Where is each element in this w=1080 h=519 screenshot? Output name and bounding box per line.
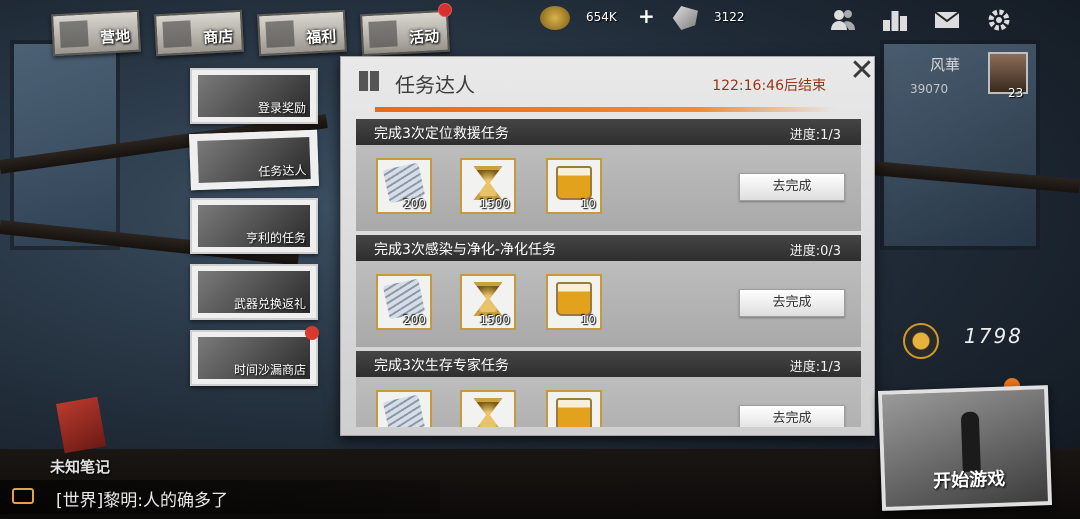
event-icon — [368, 20, 398, 48]
survivor-figure — [960, 411, 981, 473]
reward-hourglass[interactable]: 1500 — [460, 274, 516, 330]
reward-quantity: 200 — [403, 313, 426, 327]
hourglass-icon — [473, 282, 503, 316]
add-currency-button[interactable]: + — [638, 4, 655, 28]
task-progress: 进度:0/3 — [789, 244, 841, 259]
close-icon[interactable]: ✕ — [846, 56, 878, 88]
panel-header: 任务达人 122:16:46后结束 — [355, 65, 844, 112]
reward-beer[interactable] — [546, 390, 602, 427]
tab-event[interactable]: 活动 — [359, 9, 451, 57]
tab-label: 商店 — [202, 27, 234, 47]
start-game-label: 开始游戏 — [932, 468, 1006, 493]
reward-quantity: 10 — [580, 197, 596, 211]
chat-bar[interactable]: [世界]黎明:人的确多了 — [0, 480, 440, 514]
task-row: 完成3次生存专家任务 进度:1/3 去完成 — [356, 351, 861, 427]
beer-icon — [556, 398, 592, 427]
reward-hourglass[interactable] — [460, 390, 516, 427]
cash-icon — [382, 394, 426, 427]
nav-label: 时间沙漏商店 — [233, 363, 306, 377]
gift-icon — [359, 71, 379, 91]
go-complete-button[interactable]: 去完成 — [739, 405, 845, 427]
task-header: 完成3次感染与净化-净化任务 进度:0/3 — [356, 235, 861, 261]
reward-quantity: 1500 — [479, 197, 510, 211]
coin-amount: 654K — [586, 10, 617, 24]
notification-dot — [438, 3, 452, 17]
task-body: 200 1500 10 去完成 — [356, 145, 861, 231]
nav-henry-task[interactable]: 亨利的任务 — [190, 198, 318, 254]
nav-task-master[interactable]: 任务达人 — [189, 129, 319, 191]
nav-label: 登录奖励 — [257, 101, 306, 115]
task-progress: 进度:1/3 — [789, 360, 841, 375]
tab-label: 活动 — [408, 27, 440, 47]
tab-shop[interactable]: 商店 — [153, 9, 245, 57]
notification-dot — [305, 326, 319, 340]
task-title: 完成3次生存专家任务 — [374, 358, 509, 374]
reward-quantity: 1500 — [479, 313, 510, 327]
task-list[interactable]: 完成3次定位救援任务 进度:1/3 200 1500 10 去完成 完成3次感染… — [356, 119, 861, 427]
task-row: 完成3次感染与净化-净化任务 进度:0/3 200 1500 10 去完成 — [356, 235, 861, 351]
reward-beer[interactable]: 10 — [546, 274, 602, 330]
reward-beer[interactable]: 10 — [546, 158, 602, 214]
chat-icon[interactable] — [12, 488, 34, 504]
reward-quantity: 10 — [580, 313, 596, 327]
beer-icon — [556, 282, 592, 316]
start-game-button[interactable]: 开始游戏 — [877, 385, 1053, 511]
shop-icon — [162, 20, 192, 48]
player-name: 风華 — [930, 56, 961, 74]
notebook-label: 未知笔记 — [50, 458, 111, 476]
go-complete-button[interactable]: 去完成 — [739, 173, 845, 201]
gem-amount: 3122 — [714, 10, 745, 24]
task-body: 200 1500 10 去完成 — [356, 261, 861, 347]
task-title: 完成3次感染与净化-净化任务 — [374, 242, 556, 258]
panel-title: 任务达人 — [395, 73, 475, 97]
task-progress: 进度:1/3 — [789, 128, 841, 143]
nav-label: 任务达人 — [258, 163, 307, 179]
event-countdown: 122:16:46后结束 — [712, 78, 826, 94]
reward-quantity: 200 — [403, 197, 426, 211]
nav-login-reward[interactable]: 登录奖励 — [190, 68, 318, 124]
nav-label: 亨利的任务 — [245, 231, 306, 245]
task-row: 完成3次定位救援任务 进度:1/3 200 1500 10 去完成 — [356, 119, 861, 235]
task-body: 去完成 — [356, 377, 861, 427]
nav-weapon-exchange[interactable]: 武器兑换返礼 — [190, 264, 318, 320]
nav-hourglass-shop[interactable]: 时间沙漏商店 — [190, 330, 318, 386]
nav-label: 武器兑换返礼 — [233, 297, 306, 311]
reward-cash[interactable]: 200 — [376, 274, 432, 330]
skull-badge-icon — [903, 323, 939, 359]
reward-hourglass[interactable]: 1500 — [460, 158, 516, 214]
task-panel: 任务达人 122:16:46后结束 完成3次定位救援任务 进度:1/3 200 … — [340, 56, 875, 436]
player-level: 23 — [1008, 86, 1024, 100]
tab-welfare[interactable]: 福利 — [256, 9, 348, 57]
header-divider — [375, 107, 835, 112]
friends-icon[interactable] — [830, 8, 856, 32]
badge-value: 1798 — [964, 324, 1023, 348]
task-header: 完成3次定位救援任务 进度:1/3 — [356, 119, 861, 145]
reward-cash[interactable] — [376, 390, 432, 427]
welfare-icon — [265, 20, 295, 48]
beer-icon — [556, 166, 592, 200]
mail-icon[interactable] — [934, 8, 960, 32]
task-title: 完成3次定位救援任务 — [374, 126, 509, 142]
coin-icon — [540, 6, 570, 30]
task-header: 完成3次生存专家任务 进度:1/3 — [356, 351, 861, 377]
chat-message: [世界]黎明:人的确多了 — [56, 491, 228, 511]
tab-label: 营地 — [99, 27, 131, 47]
notebook-icon[interactable] — [55, 396, 107, 454]
hourglass-icon — [473, 398, 503, 427]
ranking-icon[interactable] — [882, 8, 908, 32]
tab-camp[interactable]: 营地 — [50, 9, 142, 57]
camp-icon — [59, 20, 89, 48]
tab-label: 福利 — [305, 27, 337, 47]
go-complete-button[interactable]: 去完成 — [739, 289, 845, 317]
reward-cash[interactable]: 200 — [376, 158, 432, 214]
hourglass-icon — [473, 166, 503, 200]
player-score: 39070 — [910, 82, 949, 96]
settings-icon[interactable] — [986, 8, 1012, 32]
